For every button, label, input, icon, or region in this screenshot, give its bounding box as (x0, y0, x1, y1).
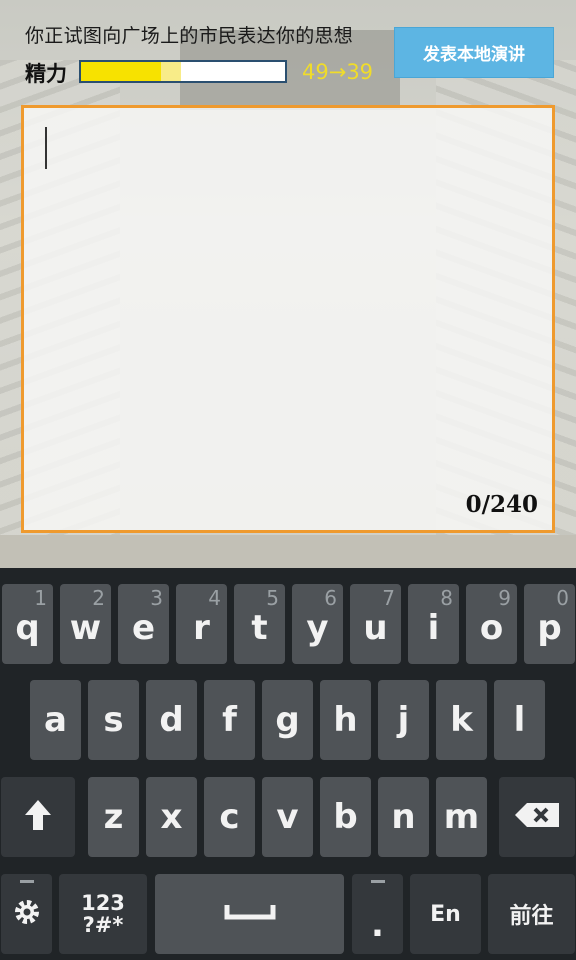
stamina-label: 精力 (25, 62, 67, 86)
symbols-label-top: 123 (81, 890, 125, 915)
key-label: h (333, 700, 358, 740)
go-label: 前往 (509, 904, 554, 929)
key-label: q (15, 608, 40, 648)
key-j[interactable]: j (378, 680, 429, 760)
key-hint: 6 (324, 586, 337, 610)
long-press-indicator (19, 880, 34, 883)
period-label: . (371, 905, 384, 945)
key-label: e (131, 608, 156, 648)
key-label: m (443, 797, 480, 837)
stamina-fill-cost (160, 62, 181, 81)
key-hint: 4 (208, 586, 221, 610)
speech-text-input[interactable]: 0/240 (21, 105, 555, 533)
key-label: z (103, 797, 124, 837)
key-label: p (537, 608, 562, 648)
key-label: f (222, 700, 237, 740)
key-label: b (333, 797, 358, 837)
stamina-value: 49→39 (302, 60, 374, 84)
key-u[interactable]: 7u (350, 584, 401, 664)
key-hint: 9 (498, 586, 511, 610)
key-q[interactable]: 1q (2, 584, 53, 664)
key-label: y (306, 608, 329, 648)
shift-key[interactable] (1, 777, 75, 857)
key-hint: 5 (266, 586, 279, 610)
key-y[interactable]: 6y (292, 584, 343, 664)
backspace-icon (513, 801, 561, 833)
language-switch-key[interactable]: En (410, 874, 481, 954)
key-label: i (427, 608, 440, 648)
long-press-indicator (370, 880, 385, 883)
key-hint: 8 (440, 586, 453, 610)
key-label: a (44, 700, 67, 740)
stamina-bar (79, 60, 287, 83)
key-p[interactable]: 0p (524, 584, 575, 664)
soft-keyboard: 123 ?#* . En 前往 1q2w3e4r5t6y7u8i9o0pasdf… (0, 568, 576, 960)
key-hint: 7 (382, 586, 395, 610)
key-h[interactable]: h (320, 680, 371, 760)
key-x[interactable]: x (146, 777, 197, 857)
space-key[interactable] (155, 874, 344, 954)
key-label: v (276, 797, 299, 837)
key-w[interactable]: 2w (60, 584, 111, 664)
key-m[interactable]: m (436, 777, 487, 857)
key-f[interactable]: f (204, 680, 255, 760)
key-label: x (160, 797, 183, 837)
key-l[interactable]: l (494, 680, 545, 760)
give-local-speech-button[interactable]: 发表本地演讲 (394, 27, 554, 78)
gear-icon (12, 897, 42, 931)
key-t[interactable]: 5t (234, 584, 285, 664)
key-hint: 1 (34, 586, 47, 610)
speech-prompt: 你正试图向广场上的市民表达你的思想 (25, 25, 354, 47)
go-key[interactable]: 前往 (488, 874, 575, 954)
key-label: t (251, 608, 268, 648)
key-label: o (479, 608, 504, 648)
text-caret (45, 127, 47, 169)
key-a[interactable]: a (30, 680, 81, 760)
key-r[interactable]: 4r (176, 584, 227, 664)
space-bar-icon (224, 903, 276, 925)
key-label: n (391, 797, 416, 837)
key-s[interactable]: s (88, 680, 139, 760)
background-ground (0, 535, 576, 568)
key-e[interactable]: 3e (118, 584, 169, 664)
key-i[interactable]: 8i (408, 584, 459, 664)
up-arrow-icon (23, 798, 53, 836)
character-counter: 0/240 (465, 491, 538, 518)
symbols-label-bottom: ?#* (82, 913, 124, 937)
settings-key[interactable] (1, 874, 52, 954)
key-z[interactable]: z (88, 777, 139, 857)
key-label: u (363, 608, 388, 648)
backspace-key[interactable] (499, 777, 575, 857)
key-g[interactable]: g (262, 680, 313, 760)
key-label: w (69, 608, 102, 648)
key-label: c (219, 797, 240, 837)
key-b[interactable]: b (320, 777, 371, 857)
key-label: j (397, 700, 410, 740)
key-label: d (159, 700, 184, 740)
key-label: s (103, 700, 124, 740)
key-label: r (193, 608, 210, 648)
key-label: k (450, 700, 473, 740)
key-label: l (513, 700, 526, 740)
key-k[interactable]: k (436, 680, 487, 760)
key-n[interactable]: n (378, 777, 429, 857)
stamina-fill-remaining (81, 62, 161, 81)
key-c[interactable]: c (204, 777, 255, 857)
period-key[interactable]: . (352, 874, 403, 954)
key-hint: 3 (150, 586, 163, 610)
key-hint: 2 (92, 586, 105, 610)
language-label: En (430, 901, 461, 927)
key-label: g (275, 700, 300, 740)
symbols-key[interactable]: 123 ?#* (59, 874, 147, 954)
key-d[interactable]: d (146, 680, 197, 760)
key-v[interactable]: v (262, 777, 313, 857)
key-hint: 0 (556, 586, 569, 610)
key-o[interactable]: 9o (466, 584, 517, 664)
game-screen: 你正试图向广场上的市民表达你的思想 精力 49→39 发表本地演讲 0/240 (0, 0, 576, 568)
